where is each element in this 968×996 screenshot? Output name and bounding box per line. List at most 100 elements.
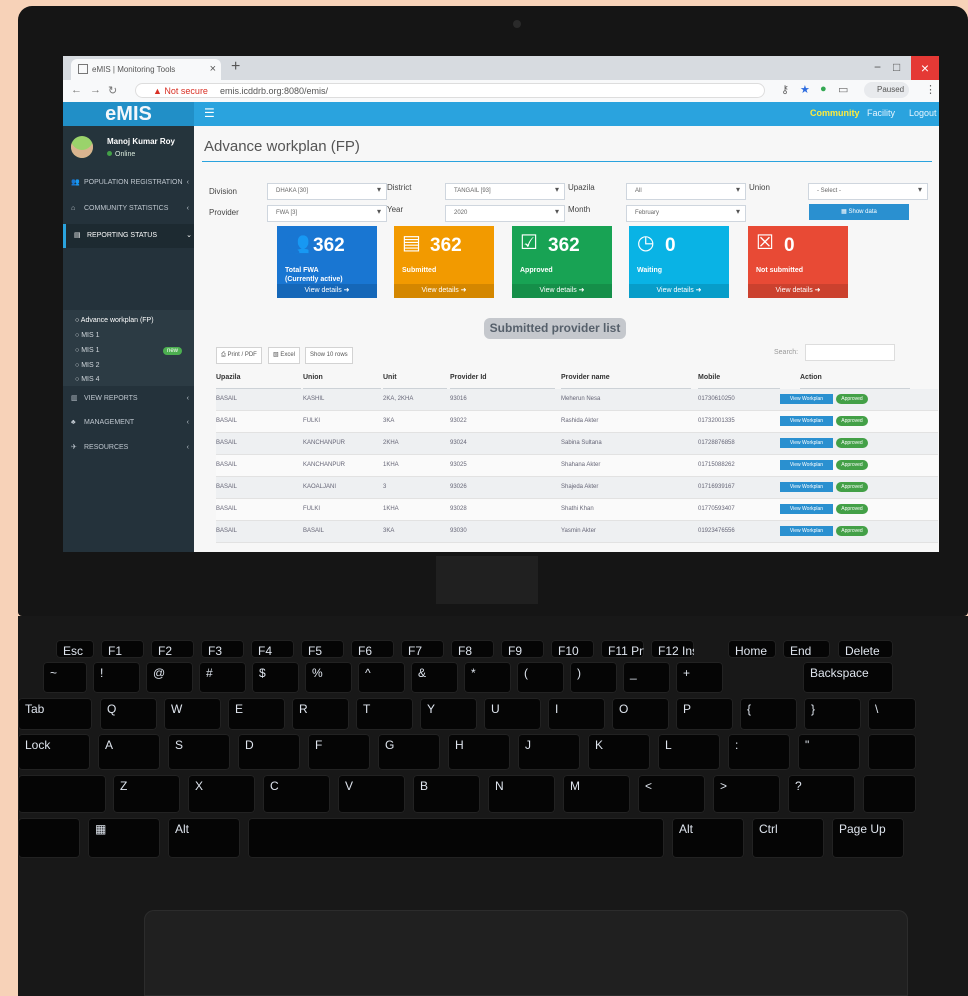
key-m[interactable]: M: [563, 775, 630, 813]
key-slash[interactable]: ?: [788, 775, 855, 813]
view-details-link[interactable]: View details ➜: [277, 284, 377, 298]
browser-menu-icon[interactable]: ⋮: [925, 83, 936, 96]
column-provider-id[interactable]: Provider Id: [450, 368, 555, 389]
key-tab[interactable]: Tab: [18, 698, 92, 730]
key-backspace[interactable]: Backspace: [803, 662, 893, 693]
key-1[interactable]: !: [93, 662, 140, 693]
show-data-button[interactable]: ▦ Show data: [809, 204, 909, 220]
key-n[interactable]: N: [488, 775, 555, 813]
sidebar-item-community-statistics[interactable]: ⌂ COMMUNITY STATISTICS ‹: [63, 197, 194, 221]
key-c[interactable]: C: [263, 775, 330, 813]
key-7[interactable]: &: [411, 662, 458, 693]
top-menu-logout[interactable]: Logout: [909, 108, 937, 118]
key-g[interactable]: G: [378, 734, 440, 770]
key-i[interactable]: I: [548, 698, 605, 730]
column-unit[interactable]: Unit: [383, 368, 447, 389]
key-y[interactable]: Y: [420, 698, 477, 730]
submenu-item-mis-1-new[interactable]: ○ MIS 1 new: [75, 347, 190, 359]
key-p[interactable]: P: [676, 698, 733, 730]
bookmark-star-icon[interactable]: ★: [800, 83, 810, 96]
key-comma[interactable]: <: [638, 775, 705, 813]
column-action[interactable]: Action: [800, 368, 910, 389]
key-f[interactable]: F: [308, 734, 370, 770]
search-input[interactable]: [805, 344, 895, 361]
key-f12[interactable]: F12 Insert: [651, 640, 694, 658]
key-b[interactable]: B: [413, 775, 480, 813]
view-details-link[interactable]: View details ➜: [629, 284, 729, 298]
key-a[interactable]: A: [98, 734, 160, 770]
view-workplan-button[interactable]: View Workplan: [780, 394, 833, 404]
year-select[interactable]: 2020: [445, 205, 565, 222]
key-spacebar[interactable]: [248, 818, 664, 858]
submenu-item-mis-1[interactable]: ○ MIS 1: [75, 332, 190, 344]
view-workplan-button[interactable]: View Workplan: [780, 504, 833, 514]
menu-toggle-icon[interactable]: ☰: [204, 106, 215, 120]
key-f8[interactable]: F8: [451, 640, 494, 658]
view-workplan-button[interactable]: View Workplan: [780, 438, 833, 448]
key-period[interactable]: >: [713, 775, 780, 813]
key-f4[interactable]: F4: [251, 640, 294, 658]
key-k[interactable]: K: [588, 734, 650, 770]
view-details-link[interactable]: View details ➜: [512, 284, 612, 298]
key-f10[interactable]: F10: [551, 640, 594, 658]
key-minus[interactable]: _: [623, 662, 670, 693]
key-l[interactable]: L: [658, 734, 720, 770]
key-t[interactable]: T: [356, 698, 413, 730]
union-select[interactable]: - Select -: [808, 183, 928, 200]
key-page-up[interactable]: Page Up: [832, 818, 904, 858]
url-field[interactable]: ▲ Not secure emis.icddrb.org:8080/emis/: [135, 83, 765, 98]
key-o[interactable]: O: [612, 698, 669, 730]
key-quote[interactable]: ": [798, 734, 860, 770]
sidebar-item-management[interactable]: ♣ MANAGEMENT ‹: [63, 411, 194, 435]
column-upazila[interactable]: Upazila: [216, 368, 301, 389]
sidebar-item-population-registration[interactable]: 👥 POPULATION REGISTRATION ‹: [63, 171, 194, 195]
key-u[interactable]: U: [484, 698, 541, 730]
key-windows[interactable]: ▦: [88, 818, 160, 858]
key-plus[interactable]: +: [676, 662, 723, 693]
show-rows-button[interactable]: Show 10 rows: [305, 347, 353, 364]
key-2[interactable]: @: [146, 662, 193, 693]
close-window-icon[interactable]: ×: [911, 56, 939, 80]
key-left-shift[interactable]: [18, 775, 106, 813]
view-workplan-button[interactable]: View Workplan: [780, 416, 833, 426]
key-x[interactable]: X: [188, 775, 255, 813]
cast-icon[interactable]: ▭: [838, 83, 848, 96]
profile-paused-button[interactable]: Paused: [864, 82, 909, 98]
key-f6[interactable]: F6: [351, 640, 394, 658]
key-r[interactable]: R: [292, 698, 349, 730]
key-8[interactable]: *: [464, 662, 511, 693]
minimize-icon[interactable]: −: [874, 60, 881, 74]
key-3[interactable]: #: [199, 662, 246, 693]
brand-logo[interactable]: eMIS: [63, 102, 194, 126]
key-enter[interactable]: [868, 734, 916, 770]
key-left-control[interactable]: [18, 818, 80, 858]
key-d[interactable]: D: [238, 734, 300, 770]
division-select[interactable]: DHAKA [30]: [267, 183, 387, 200]
key-h[interactable]: H: [448, 734, 510, 770]
key-delete[interactable]: Delete: [838, 640, 893, 658]
key-end[interactable]: End: [783, 640, 830, 658]
view-workplan-button[interactable]: View Workplan: [780, 482, 833, 492]
view-workplan-button[interactable]: View Workplan: [780, 526, 833, 536]
key-right-control[interactable]: Ctrl: [752, 818, 824, 858]
key-v[interactable]: V: [338, 775, 405, 813]
district-select[interactable]: TANGAIL [93]: [445, 183, 565, 200]
sidebar-item-reporting-status[interactable]: ▤ REPORTING STATUS ⌄: [63, 224, 197, 248]
key-5[interactable]: %: [305, 662, 352, 693]
key-tilde[interactable]: ~: [43, 662, 87, 693]
key-z[interactable]: Z: [113, 775, 180, 813]
forward-icon[interactable]: →: [90, 84, 101, 96]
view-workplan-button[interactable]: View Workplan: [780, 460, 833, 470]
key-f7[interactable]: F7: [401, 640, 444, 658]
sidebar-item-resources[interactable]: ✈ RESOURCES ‹: [63, 436, 194, 460]
new-tab-icon[interactable]: +: [231, 58, 240, 76]
view-details-link[interactable]: View details ➜: [748, 284, 848, 298]
submenu-item-advance-workplan[interactable]: ○ Advance workplan (FP): [75, 317, 190, 329]
key-home[interactable]: Home: [728, 640, 776, 658]
top-menu-facility[interactable]: Facility: [867, 108, 895, 118]
key-f9[interactable]: F9: [501, 640, 544, 658]
column-union[interactable]: Union: [303, 368, 381, 389]
extension-icon[interactable]: ●: [820, 83, 827, 95]
key-right-shift[interactable]: [863, 775, 916, 813]
key-e[interactable]: E: [228, 698, 285, 730]
